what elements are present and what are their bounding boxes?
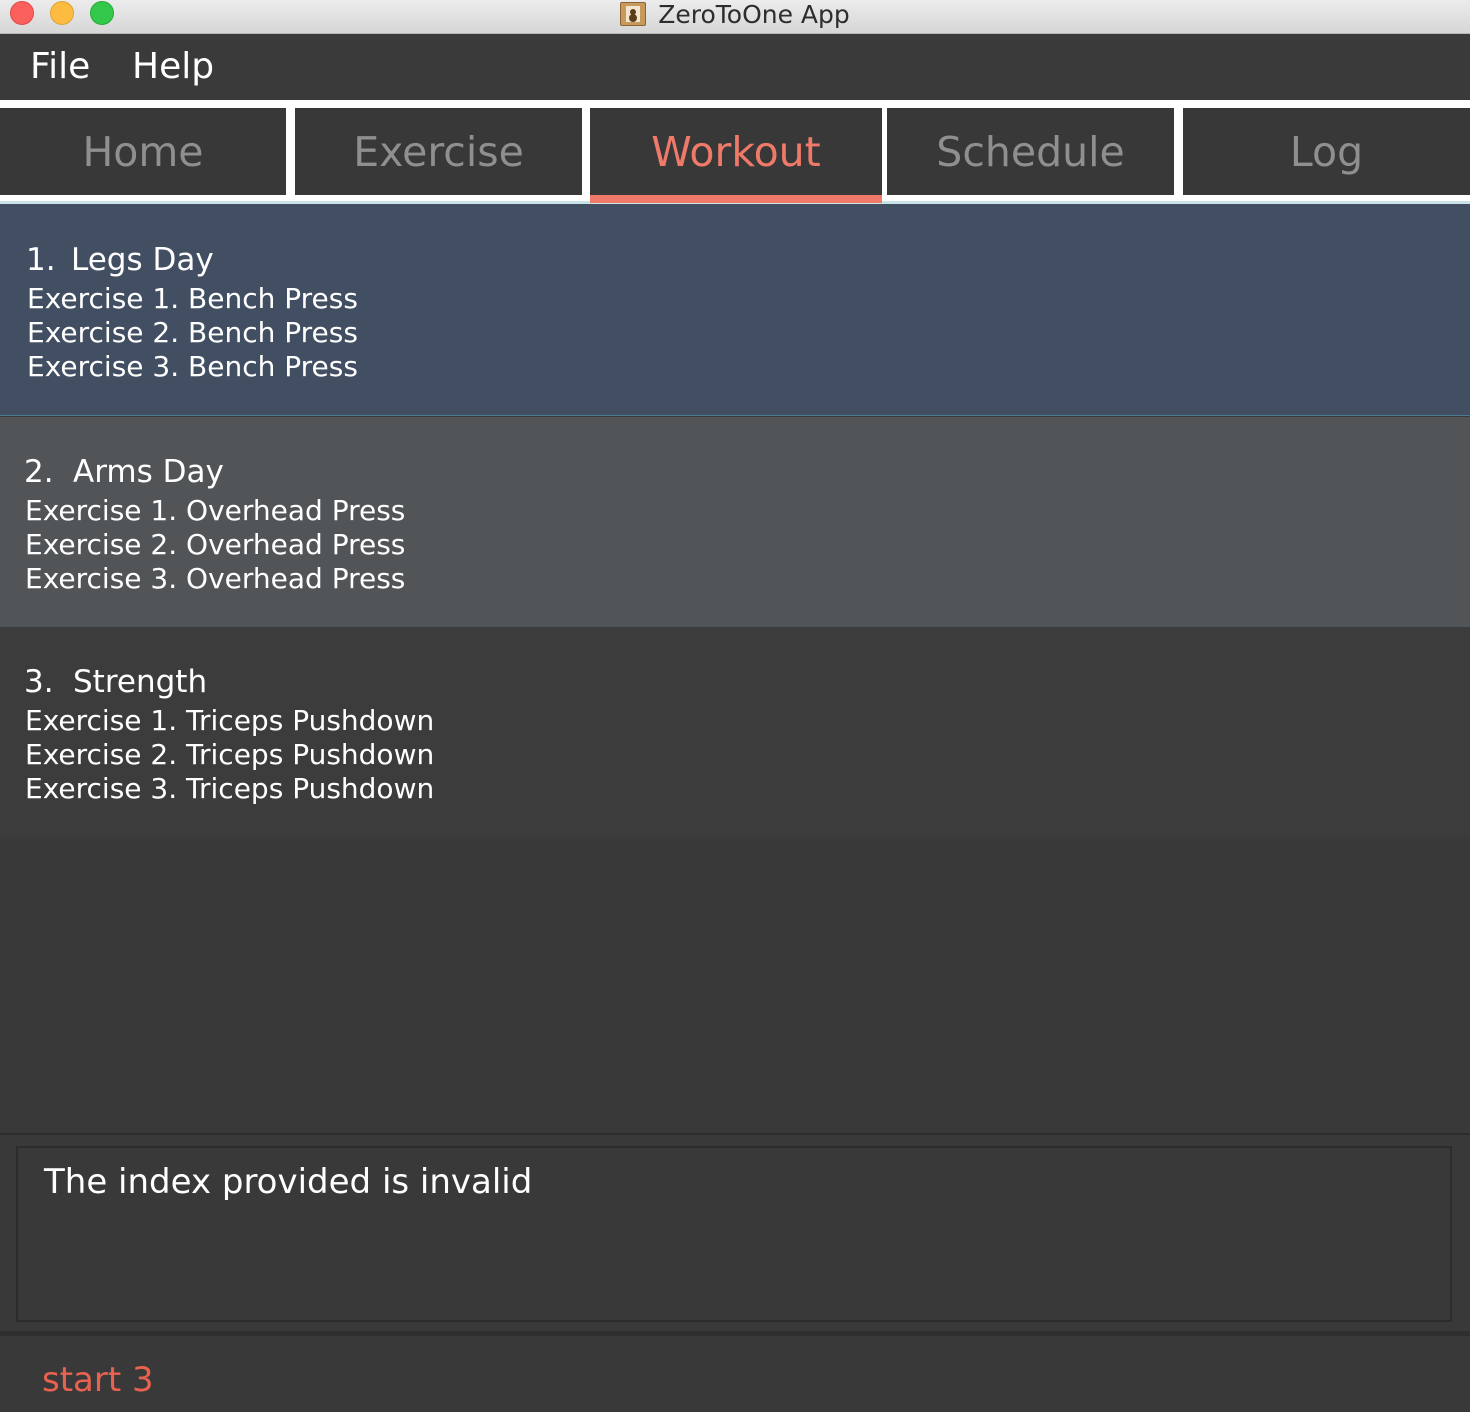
workout-index: 3. xyxy=(24,664,54,700)
tab-schedule[interactable]: Schedule xyxy=(887,108,1174,195)
tab-exercise[interactable]: Exercise xyxy=(295,108,582,195)
workout-name: Legs Day xyxy=(71,242,214,278)
workout-index: 1. xyxy=(26,242,56,278)
window-title: ZeroToOne App xyxy=(658,0,850,29)
workout-card[interactable]: 3. Strength Exercise 1. Triceps Pushdown … xyxy=(0,627,1470,837)
tab-log[interactable]: Log xyxy=(1183,108,1470,195)
workout-title: 2. Arms Day xyxy=(24,454,224,490)
exercise-line: Exercise 3. Bench Press xyxy=(27,350,358,383)
exercise-line: Exercise 1. Triceps Pushdown xyxy=(25,704,435,737)
result-display[interactable]: The index provided is invalid xyxy=(16,1146,1452,1322)
exercise-line: Exercise 2. Overhead Press xyxy=(25,528,406,561)
exercise-line: Exercise 1. Overhead Press xyxy=(25,494,406,527)
workout-name: Strength xyxy=(73,664,208,700)
app-icon xyxy=(620,2,647,26)
tab-home[interactable]: Home xyxy=(0,108,286,195)
exercise-line: Exercise 3. Triceps Pushdown xyxy=(25,772,435,805)
exercise-line: Exercise 2. Triceps Pushdown xyxy=(25,738,435,771)
workout-name: Arms Day xyxy=(73,454,224,490)
window-titlebar: ZeroToOne App xyxy=(0,0,1470,34)
workout-title: 1. Legs Day xyxy=(26,242,214,278)
command-box xyxy=(0,1336,1470,1412)
result-message: The index provided is invalid xyxy=(44,1162,533,1202)
menu-help[interactable]: Help xyxy=(132,46,214,87)
workout-card[interactable]: 2. Arms Day Exercise 1. Overhead Press Ex… xyxy=(0,417,1470,627)
workout-index: 2. xyxy=(24,454,54,490)
tab-workout[interactable]: Workout xyxy=(590,108,882,203)
exercise-line: Exercise 2. Bench Press xyxy=(27,316,358,349)
menu-bar: File Help xyxy=(0,34,1470,100)
menu-file[interactable]: File xyxy=(30,46,90,87)
window-title-group: ZeroToOne App xyxy=(0,0,1470,29)
exercise-line: Exercise 1. Bench Press xyxy=(27,282,358,315)
workout-card[interactable]: 1. Legs Day Exercise 1. Bench Press Exerc… xyxy=(0,204,1470,416)
exercise-line: Exercise 3. Overhead Press xyxy=(25,562,406,595)
command-input[interactable] xyxy=(42,1360,1422,1400)
workout-title: 3. Strength xyxy=(24,664,207,700)
list-divider xyxy=(0,1133,1470,1135)
